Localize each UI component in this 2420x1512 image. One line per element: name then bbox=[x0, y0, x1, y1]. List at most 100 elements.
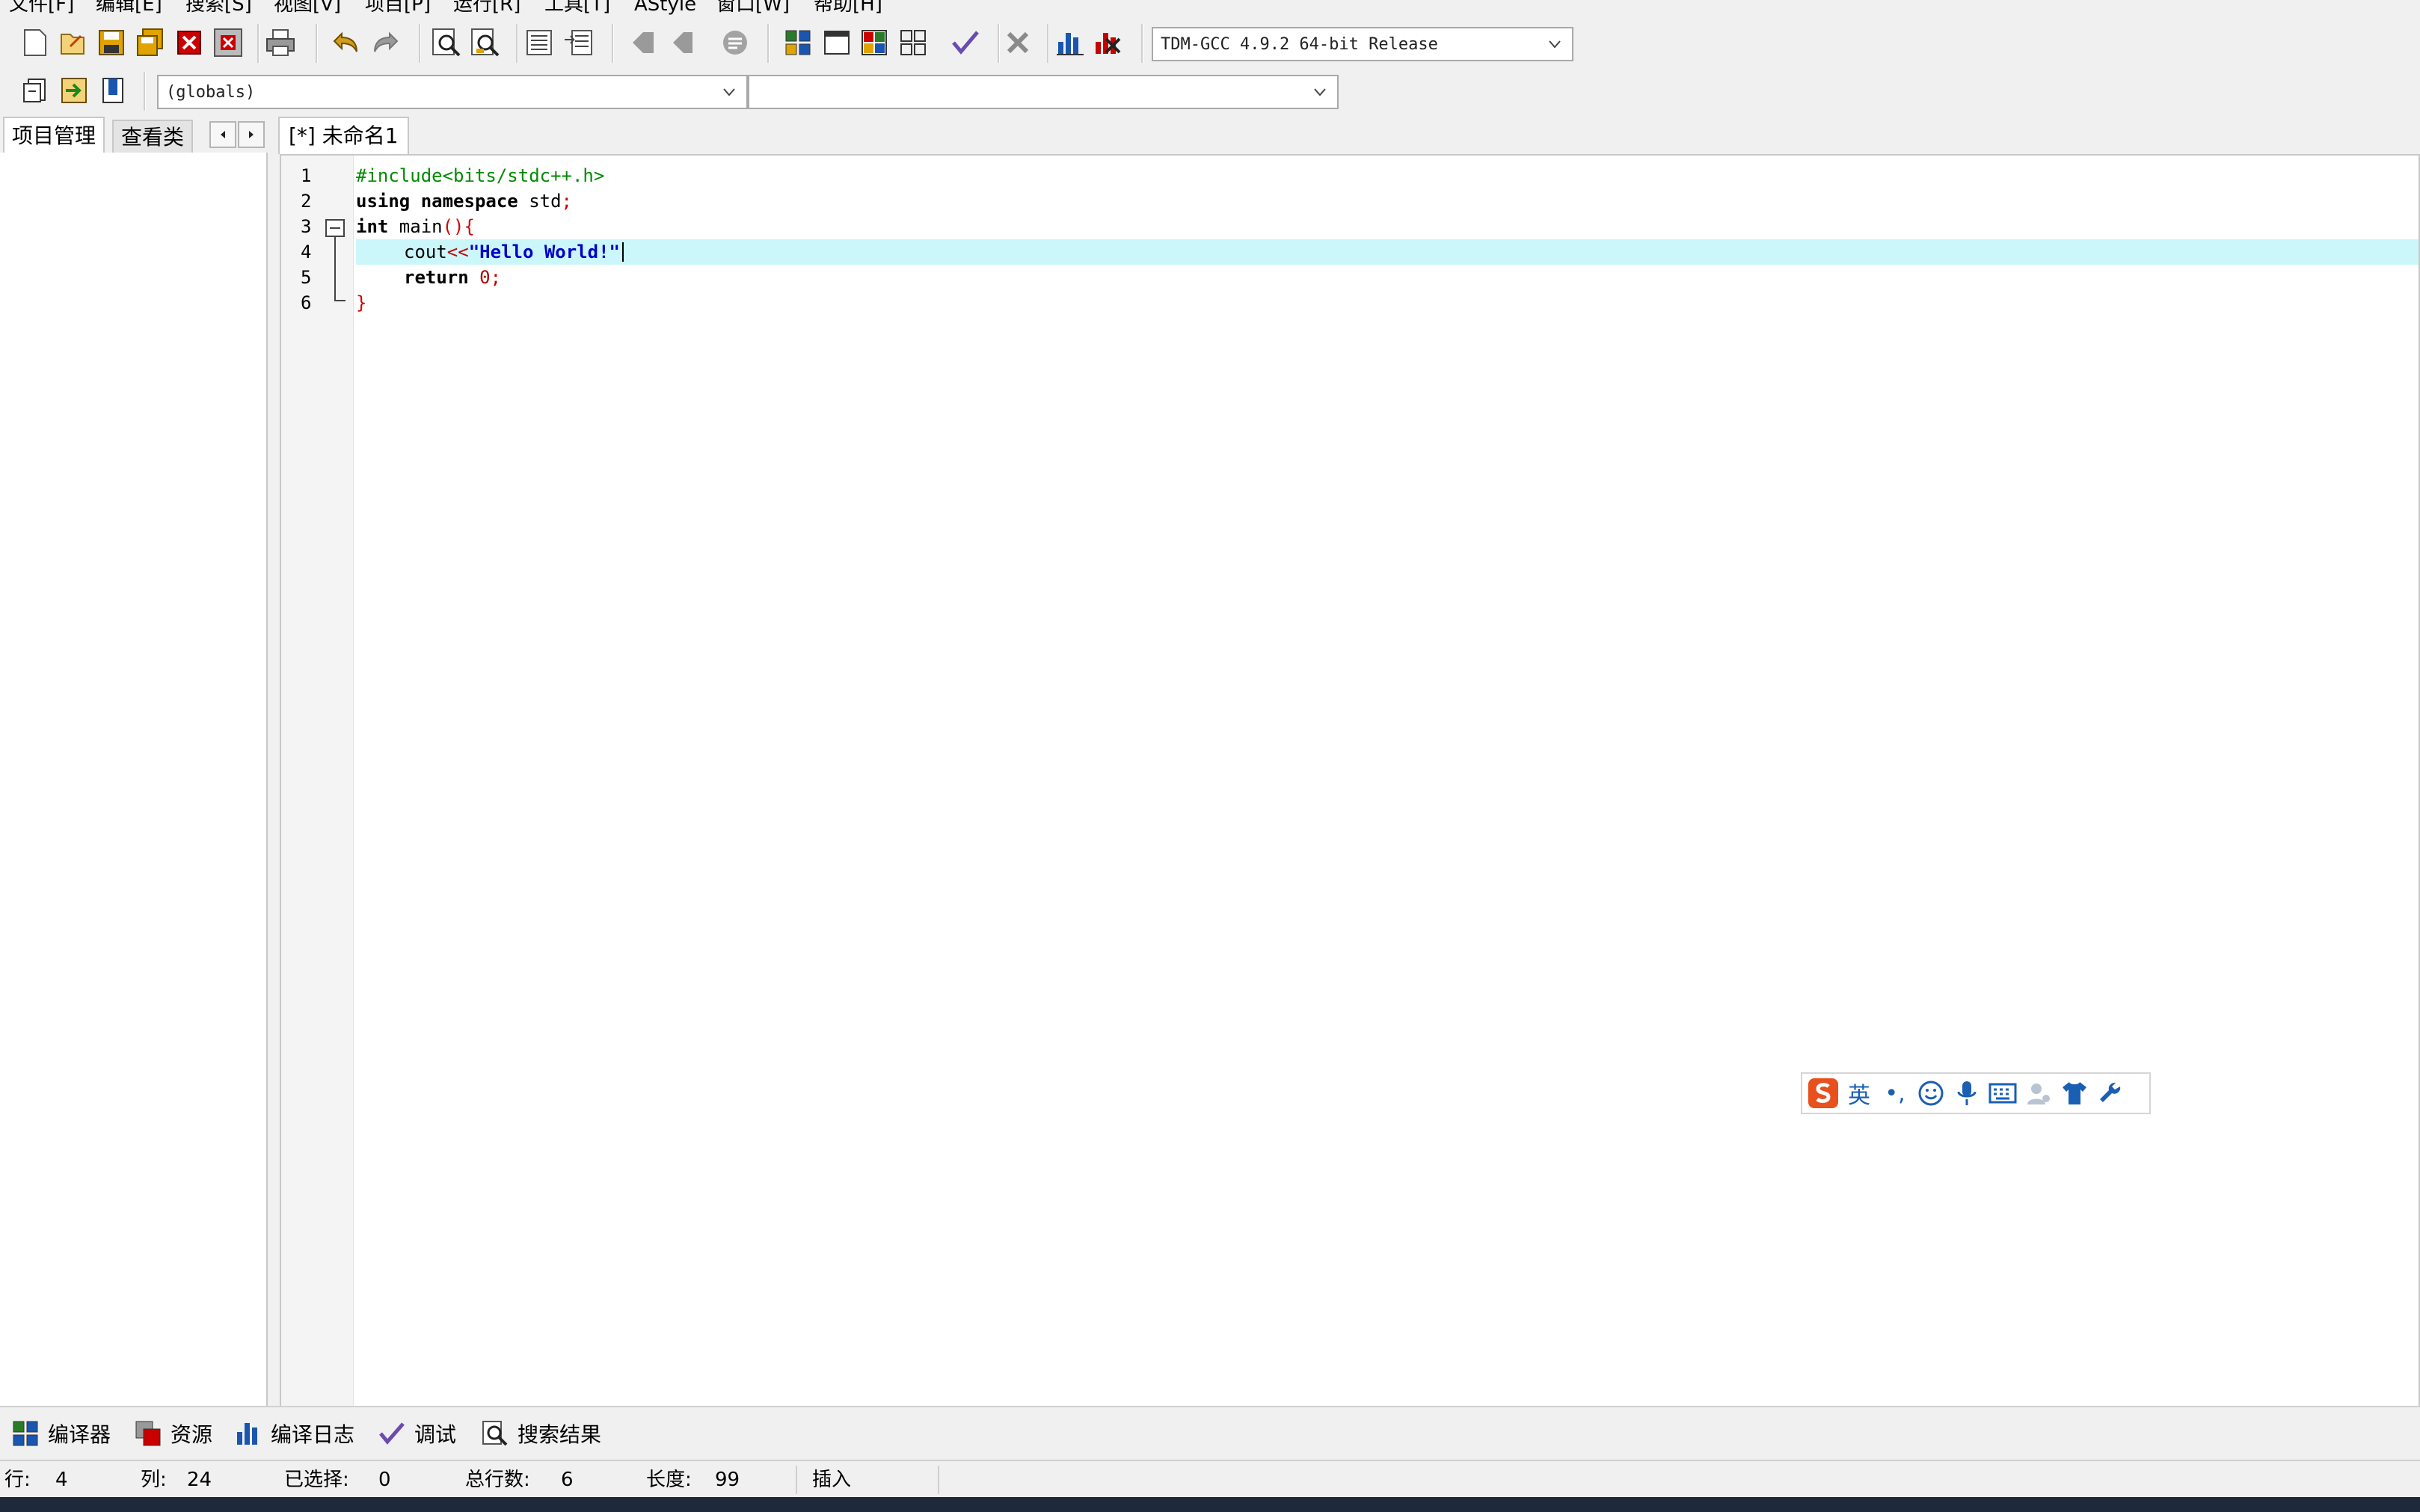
print-button[interactable] bbox=[263, 25, 298, 60]
delete-profile-button[interactable] bbox=[1090, 25, 1125, 60]
goto-line-button[interactable] bbox=[522, 25, 556, 60]
tab-project-manager-label: 项目管理 bbox=[12, 123, 96, 148]
syntax-check-button[interactable] bbox=[948, 25, 983, 60]
editor-tab-label: [*] 未命名1 bbox=[289, 123, 399, 148]
goto-declaration-button[interactable] bbox=[57, 73, 91, 108]
menu-tools[interactable]: 工具[T] bbox=[544, 0, 610, 16]
close-all-button[interactable] bbox=[211, 25, 245, 60]
run-button[interactable] bbox=[820, 25, 854, 60]
menu-search[interactable]: 搜索[S] bbox=[185, 0, 252, 16]
unindent-button[interactable] bbox=[664, 25, 698, 60]
tab-search-results-label: 搜索结果 bbox=[518, 1422, 602, 1447]
status-length-value: 99 bbox=[715, 1469, 740, 1491]
tab-search-results[interactable]: 搜索结果 bbox=[480, 1415, 601, 1452]
printer-icon bbox=[266, 29, 295, 56]
text-cursor bbox=[622, 242, 624, 262]
brackets: } bbox=[356, 292, 367, 313]
goto-definition-button[interactable] bbox=[96, 73, 130, 108]
splitter[interactable] bbox=[268, 153, 278, 1406]
replace-button[interactable] bbox=[468, 25, 503, 60]
menu-bar: 文件[F] 编辑[E] 搜索[S] 视图[V] 项目[P] 运行[R] 工具[T… bbox=[0, 0, 2420, 16]
code-line: 4 cout<<"Hello World!" bbox=[281, 239, 2419, 265]
ime-keyboard-button[interactable] bbox=[1985, 1075, 2021, 1111]
new-file-button[interactable] bbox=[18, 25, 52, 60]
semicolon: ; bbox=[490, 267, 502, 288]
ime-user-button[interactable] bbox=[2021, 1075, 2057, 1111]
menu-edit[interactable]: 编辑[E] bbox=[96, 0, 162, 16]
indent-button[interactable] bbox=[625, 25, 660, 60]
insert-icon bbox=[23, 79, 46, 102]
smiley-icon bbox=[1918, 1081, 1944, 1106]
status-separator bbox=[938, 1466, 939, 1494]
ime-language-toggle[interactable]: 英 bbox=[1841, 1075, 1877, 1111]
toolbar-separator bbox=[1047, 24, 1049, 63]
bottom-panel-tabs: 编译器 资源 编译日志 调试 搜索结果 bbox=[0, 1406, 2420, 1460]
tab-scroll-right-button[interactable] bbox=[238, 121, 265, 148]
status-selected-label: 已选择: bbox=[284, 1469, 349, 1491]
line-number: 3 bbox=[301, 216, 312, 237]
toggle-comment-button[interactable] bbox=[718, 25, 752, 60]
code-editor[interactable]: 1 #include<bits/stdc++.h> 2 using namesp… bbox=[280, 154, 2420, 1407]
save-all-button[interactable] bbox=[133, 25, 168, 60]
compile-run-button[interactable] bbox=[857, 25, 891, 60]
tab-compile-log[interactable]: 编译日志 bbox=[233, 1415, 354, 1452]
menu-file[interactable]: 文件[F] bbox=[9, 0, 74, 16]
menu-help[interactable]: 帮助[H] bbox=[814, 0, 882, 16]
code-line: 1 #include<bits/stdc++.h> bbox=[281, 163, 2419, 188]
save-button[interactable] bbox=[94, 25, 129, 60]
compile-button[interactable] bbox=[781, 25, 815, 60]
code-text: int main(){ bbox=[356, 214, 475, 239]
tab-class-browser[interactable]: 查看类 bbox=[112, 120, 194, 154]
tab-scroll-left-button[interactable] bbox=[209, 121, 236, 148]
ime-emoji-button[interactable] bbox=[1913, 1075, 1949, 1111]
editor-tab-untitled1[interactable]: [*] 未命名1 bbox=[278, 117, 409, 154]
menu-run[interactable]: 运行[R] bbox=[453, 0, 520, 16]
toolbar-separator bbox=[612, 24, 614, 63]
ime-toolbar[interactable]: 英 •, bbox=[1801, 1072, 2151, 1114]
tab-compiler[interactable]: 编译器 bbox=[10, 1415, 111, 1452]
profile-button[interactable] bbox=[1053, 25, 1087, 60]
microphone-icon bbox=[1957, 1081, 1977, 1105]
redo-button[interactable] bbox=[368, 25, 402, 60]
stop-execution-button[interactable] bbox=[1001, 25, 1035, 60]
checkmark-icon bbox=[379, 1422, 405, 1445]
undo-button[interactable] bbox=[329, 25, 363, 60]
menu-view[interactable]: 视图[V] bbox=[274, 0, 341, 16]
ime-punctuation-toggle[interactable]: •, bbox=[1877, 1075, 1913, 1111]
toolbar-separator bbox=[257, 24, 259, 63]
close-file-button[interactable] bbox=[172, 25, 206, 60]
bookmark-icon bbox=[565, 30, 592, 55]
arrow-left-icon bbox=[221, 131, 225, 138]
compiler-select[interactable]: TDM-GCC 4.9.2 64-bit Release bbox=[1152, 27, 1573, 61]
tshirt-icon bbox=[2063, 1082, 2086, 1104]
tab-project-manager[interactable]: 项目管理 bbox=[3, 117, 105, 153]
delete-profile-icon bbox=[1096, 33, 1121, 54]
member-select[interactable] bbox=[748, 75, 1339, 109]
line-number-gutter bbox=[281, 156, 354, 1406]
unindent-icon bbox=[673, 32, 692, 53]
menu-window[interactable]: 窗口[W] bbox=[716, 0, 790, 16]
keyword: return bbox=[404, 267, 469, 288]
rebuild-button[interactable] bbox=[896, 25, 930, 60]
tab-resources[interactable]: 资源 bbox=[133, 1415, 212, 1452]
code-text: } bbox=[356, 290, 366, 316]
line-number: 6 bbox=[301, 292, 312, 313]
open-file-button[interactable] bbox=[55, 25, 90, 60]
toggle-bookmark-button[interactable] bbox=[561, 25, 595, 60]
sogou-s-icon bbox=[1808, 1078, 1838, 1108]
scope-select[interactable]: (globals) bbox=[157, 75, 748, 109]
redo-icon bbox=[374, 31, 399, 52]
code-text: return 0; bbox=[404, 265, 501, 290]
ime-skin-button[interactable] bbox=[2057, 1075, 2092, 1111]
sogou-logo-icon[interactable] bbox=[1805, 1075, 1841, 1111]
tab-compile-log-label: 编译日志 bbox=[271, 1422, 355, 1447]
tab-class-browser-label: 查看类 bbox=[121, 125, 185, 150]
ime-tools-button[interactable] bbox=[2092, 1075, 2128, 1111]
menu-astyle[interactable]: AStyle bbox=[634, 0, 696, 16]
ime-voice-button[interactable] bbox=[1949, 1075, 1985, 1111]
project-tree-panel[interactable] bbox=[0, 153, 268, 1406]
find-button[interactable] bbox=[429, 25, 464, 60]
menu-project[interactable]: 项目[P] bbox=[365, 0, 431, 16]
insert-button[interactable] bbox=[18, 73, 52, 108]
tab-debug[interactable]: 调试 bbox=[377, 1415, 456, 1452]
